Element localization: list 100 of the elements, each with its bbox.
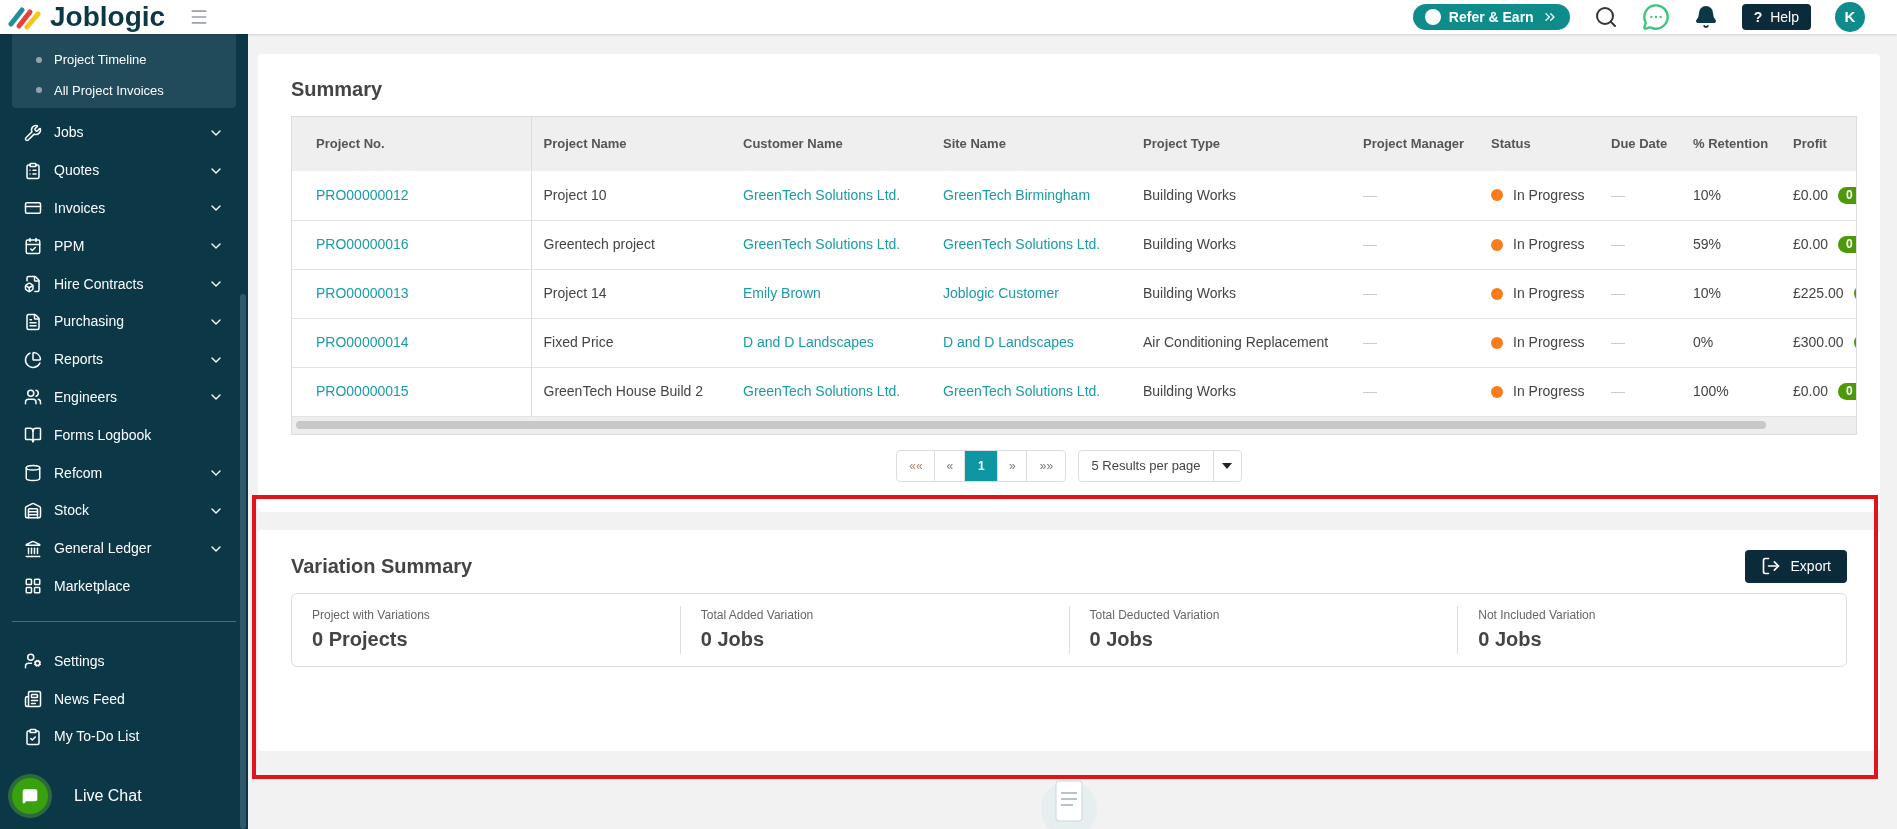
stat-value: 0 Jobs: [1089, 626, 1154, 652]
column-header[interactable]: Project No.: [292, 117, 531, 171]
search-icon[interactable]: [1593, 5, 1618, 29]
column-header[interactable]: Profit: [1781, 117, 1856, 171]
profit-badge: 0: [1838, 186, 1856, 204]
sidebar-item[interactable]: Settings: [0, 642, 248, 681]
table-link[interactable]: PRO00000012: [316, 186, 409, 203]
scrollbar[interactable]: [240, 294, 246, 829]
section-title: Summary: [291, 77, 384, 102]
sidebar-item[interactable]: Stock: [0, 491, 248, 530]
page-size-dropdown[interactable]: 5 Results per page: [1078, 449, 1242, 482]
bell-icon[interactable]: [1693, 5, 1718, 29]
table-cell-text: £0.00: [1793, 185, 1829, 205]
sidebar-item[interactable]: Marketplace: [0, 567, 248, 606]
table-cell: Air Conditioning Replacement: [1143, 334, 1329, 350]
sidebar-item[interactable]: Forms Logbook: [0, 416, 248, 455]
horizontal-scrollbar[interactable]: [296, 421, 1766, 429]
table-link[interactable]: GreenTech Solutions Ltd.: [743, 236, 901, 252]
profit-badge: 0: [1838, 236, 1856, 253]
question-icon: ?: [1753, 6, 1763, 28]
table-cell-text: £300.00: [1793, 333, 1844, 352]
table-link[interactable]: GreenTech Birmingham: [943, 186, 1091, 203]
table-cell: Building Works: [1143, 383, 1237, 399]
column-header[interactable]: % Retention: [1681, 117, 1781, 171]
caret-icon: [1222, 462, 1233, 469]
table-link[interactable]: Joblogic Customer: [943, 285, 1059, 301]
first-page-button[interactable]: ««: [897, 450, 936, 481]
table-link[interactable]: GreenTech Solutions Ltd.: [943, 383, 1101, 399]
table-link[interactable]: GreenTech Solutions Ltd.: [943, 236, 1101, 252]
column-header[interactable]: Customer Name: [731, 117, 931, 171]
table-cell: —: [1363, 334, 1377, 350]
live-chat-label[interactable]: Live Chat: [74, 783, 142, 808]
column-header[interactable]: Due Date: [1599, 117, 1681, 171]
sidebar-item[interactable]: General Ledger: [0, 529, 248, 568]
stat-value: 0 Jobs: [700, 626, 766, 652]
table-link[interactable]: Emily Brown: [743, 285, 821, 301]
column-header[interactable]: Site Name: [931, 117, 1131, 171]
column-header[interactable]: Project Name: [531, 117, 731, 171]
table-cell-text: In Progress: [1513, 185, 1585, 205]
table-cell-text: In Progress: [1513, 382, 1585, 401]
table-link[interactable]: PRO00000015: [316, 383, 409, 399]
chat-bubble-icon[interactable]: [1641, 3, 1670, 31]
table-cell: 59%: [1693, 236, 1722, 252]
people-icon: [24, 388, 42, 407]
sidebar-item[interactable]: Invoices: [0, 189, 248, 228]
table-cell: Fixed Price: [543, 334, 614, 350]
next-page-button[interactable]: »: [997, 450, 1028, 481]
table-cell: 100%: [1693, 383, 1729, 399]
sidebar-item[interactable]: Engineers: [0, 378, 248, 417]
stat-value: 0 Jobs: [1478, 626, 1543, 652]
table-cell: —: [1363, 186, 1377, 203]
stat-label: Project with Variations: [312, 606, 431, 624]
help-button[interactable]: ? Help: [1741, 4, 1811, 30]
sidebar-item[interactable]: Quotes: [0, 151, 248, 190]
table-link[interactable]: PRO00000016: [316, 236, 409, 252]
submenu-item[interactable]: Project Timeline: [12, 50, 236, 70]
last-page-button[interactable]: »»: [1027, 450, 1066, 481]
table-cell: Greentech project: [543, 236, 655, 252]
table-cell-text: In Progress: [1513, 284, 1585, 303]
wrench-icon: [24, 123, 42, 142]
table-cell: —: [1611, 285, 1625, 301]
pie-chart-icon: [24, 350, 42, 369]
table-link[interactable]: PRO00000014: [316, 334, 409, 350]
sidebar-item[interactable]: Purchasing: [0, 303, 248, 341]
bullet-icon: [36, 56, 42, 63]
sidebar-item[interactable]: My To-Do List: [0, 717, 248, 756]
stat-label: Total Deducted Variation: [1089, 606, 1221, 624]
table-cell: Project 10: [543, 186, 607, 203]
submenu-item[interactable]: All Project Invoices: [12, 80, 236, 100]
column-header[interactable]: Project Type: [1131, 117, 1351, 171]
sidebar-item[interactable]: Jobs: [0, 114, 248, 152]
sidebar-item[interactable]: PPM: [0, 227, 248, 266]
table-link[interactable]: D and D Landscapes: [943, 334, 1074, 350]
stat-label: Total Added Variation: [700, 606, 815, 624]
export-button[interactable]: Export: [1744, 549, 1847, 583]
table-link[interactable]: GreenTech Solutions Ltd.: [743, 383, 901, 399]
profit-badge: 0: [1838, 383, 1856, 400]
table-link[interactable]: D and D Landscapes: [743, 334, 874, 350]
sidebar-item[interactable]: Hire Contracts: [0, 265, 248, 303]
sidebar-item[interactable]: News Feed: [0, 680, 248, 718]
sidebar-item[interactable]: Reports: [0, 340, 248, 379]
clipboard-check-icon: [24, 727, 42, 746]
column-header[interactable]: Status: [1479, 117, 1599, 171]
sidebar-item[interactable]: Refcom: [0, 454, 248, 492]
live-chat-icon[interactable]: [12, 777, 48, 814]
user-avatar[interactable]: K: [1835, 2, 1865, 32]
table-cell: 10%: [1693, 186, 1722, 203]
table-cell: 0%: [1693, 334, 1714, 350]
table-link[interactable]: GreenTech Solutions Ltd.: [743, 186, 901, 203]
column-header[interactable]: Project Manager: [1351, 117, 1479, 171]
table-cell: Building Works: [1143, 236, 1237, 252]
grid-icon: [24, 577, 42, 596]
table-cell: —: [1611, 186, 1625, 203]
bank-icon: [24, 539, 42, 558]
table-cell: Project 14: [543, 285, 607, 301]
refer-button[interactable]: Refer & Earn: [1412, 4, 1570, 30]
page-button[interactable]: 1: [965, 450, 998, 481]
table-link[interactable]: PRO00000013: [316, 285, 409, 301]
cylinder-icon: [24, 464, 42, 483]
table-cell-text: £225.00: [1793, 284, 1844, 303]
